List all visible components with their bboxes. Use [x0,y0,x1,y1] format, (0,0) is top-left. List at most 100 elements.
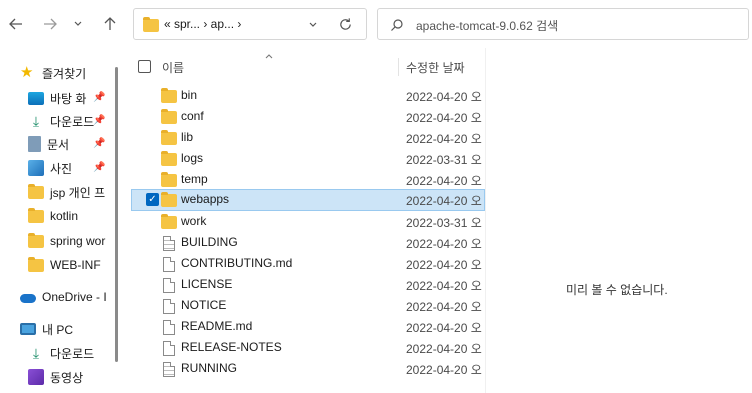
folder-icon [143,17,159,32]
list-item[interactable]: lib 2022-04-20 오 [131,127,485,148]
search-box[interactable]: apache-tomcat-9.0.62 검색 [377,8,749,40]
pin-icon: 📌 [93,162,106,173]
sidebar-item-label: 다운로드 [50,346,95,361]
file-date: 2022-04-20 오 [406,321,482,335]
sidebar-pc-downloads[interactable]: ⤓ 다운로드 [28,342,113,364]
list-item[interactable]: NOTICE 2022-04-20 오 [131,295,485,316]
sidebar-onedrive[interactable]: OneDrive - I [20,286,113,308]
sidebar-item-label: jsp 개인 프 [50,185,106,200]
list-item[interactable]: README.md 2022-04-20 오 [131,316,485,337]
file-name: conf [181,109,204,123]
up-button[interactable] [96,8,124,40]
file-icon [163,277,175,293]
row-checkbox[interactable]: ✓ [146,193,159,206]
folder-icon [28,256,44,272]
refresh-icon[interactable] [338,17,353,32]
search-input[interactable]: apache-tomcat-9.0.62 검색 [416,17,558,34]
file-name: logs [181,151,204,165]
file-name: bin [181,88,198,102]
file-name: NOTICE [181,298,227,312]
file-name: README.md [181,319,253,333]
list-item[interactable]: RELEASE-NOTES 2022-04-20 오 [131,337,485,358]
arrow-left-icon [9,18,22,30]
file-name: lib [181,130,194,144]
search-icon [391,19,403,31]
forward-button[interactable] [36,8,64,40]
back-button[interactable] [2,8,30,40]
sidebar-item-label: 사진 [50,161,73,176]
file-date: 2022-04-20 오 [406,300,482,314]
arrow-up-icon [104,17,116,30]
file-date: 2022-04-20 오 [406,90,482,104]
list-item[interactable]: RUNNING 2022-04-20 오 [131,358,485,379]
sidebar-item-label: OneDrive - I [42,290,107,304]
chevron-down-icon [74,21,82,26]
document-icon [28,136,41,152]
computer-icon [20,323,36,335]
sidebar-item-label: kotlin [50,209,79,223]
sidebar-this-pc[interactable]: 내 PC [20,318,113,340]
sidebar-quick-access[interactable]: ★ 즐겨찾기 [20,62,113,84]
sidebar-pc-videos[interactable]: 동영상 [28,366,113,388]
list-item[interactable]: work 2022-03-31 오 [131,211,485,232]
arrow-right-icon [44,18,57,30]
list-item[interactable]: CONTRIBUTING.md 2022-04-20 오 [131,253,485,274]
pin-icon: 📌 [93,115,106,126]
list-item[interactable]: temp 2022-04-20 오 [131,169,485,190]
sidebar-item-kotlin[interactable]: kotlin [28,205,113,227]
list-item[interactable]: conf 2022-04-20 오 [131,106,485,127]
folder-icon [161,191,177,207]
file-icon [163,340,175,356]
download-icon: ⤓ [32,113,40,129]
sidebar-item-label: 동영상 [50,370,84,385]
sidebar-item-jsp[interactable]: jsp 개인 프 [28,181,113,203]
folder-icon [161,87,177,103]
sidebar-item-spring[interactable]: spring wor [28,230,113,252]
file-date: 2022-04-20 오 [406,363,482,377]
list-item[interactable]: logs 2022-03-31 오 [131,148,485,169]
file-icon [163,319,175,335]
preview-empty-message: 미리 볼 수 없습니다. [566,283,668,297]
folder-icon [28,207,44,223]
sidebar-scrollbar[interactable] [115,67,118,362]
file-name: LICENSE [181,277,233,291]
list-item-selected[interactable]: ✓ webapps 2022-04-20 오 [131,189,485,211]
column-divider[interactable] [398,58,399,76]
file-date: 2022-04-20 오 [406,237,482,251]
file-date: 2022-04-20 오 [406,111,482,125]
pin-icon: 📌 [93,138,106,149]
file-date: 2022-04-20 오 [406,174,482,188]
download-icon: ⤓ [32,345,40,361]
address-path[interactable]: « spr... › ap... › [164,17,241,31]
chevron-down-icon[interactable] [308,20,318,30]
sidebar-item-label: spring wor [50,234,106,248]
folder-icon [161,171,177,187]
column-header-date[interactable]: 수정한 날짜 [406,56,485,78]
text-file-icon [163,235,175,251]
text-file-icon [163,361,175,377]
file-name: BUILDING [181,235,238,249]
list-item[interactable]: bin 2022-04-20 오 [131,85,485,106]
sidebar-item-label: 문서 [47,137,70,152]
sidebar-item-label: 내 PC [42,322,74,337]
recent-locations-button[interactable] [68,8,88,40]
column-header-name[interactable]: 이름 [162,56,392,78]
folder-icon [161,108,177,124]
pictures-icon [28,160,44,176]
file-name: RUNNING [181,361,237,375]
file-icon [163,256,175,272]
file-name: CONTRIBUTING.md [181,256,293,270]
file-date: 2022-04-20 오 [406,342,482,356]
pin-icon: 📌 [93,92,106,103]
pane-divider[interactable] [485,48,486,393]
sidebar-item-web-inf[interactable]: WEB-INF [28,254,113,276]
select-all-checkbox[interactable] [138,60,151,73]
folder-icon [161,213,177,229]
folder-icon [161,129,177,145]
list-item[interactable]: LICENSE 2022-04-20 오 [131,274,485,295]
file-date: 2022-03-31 오 [406,153,482,167]
address-bar[interactable]: « spr... › ap... › [133,8,367,40]
list-item[interactable]: BUILDING 2022-04-20 오 [131,232,485,253]
sidebar-item-label: 다운로드 [50,114,95,129]
file-name: RELEASE-NOTES [181,340,282,354]
